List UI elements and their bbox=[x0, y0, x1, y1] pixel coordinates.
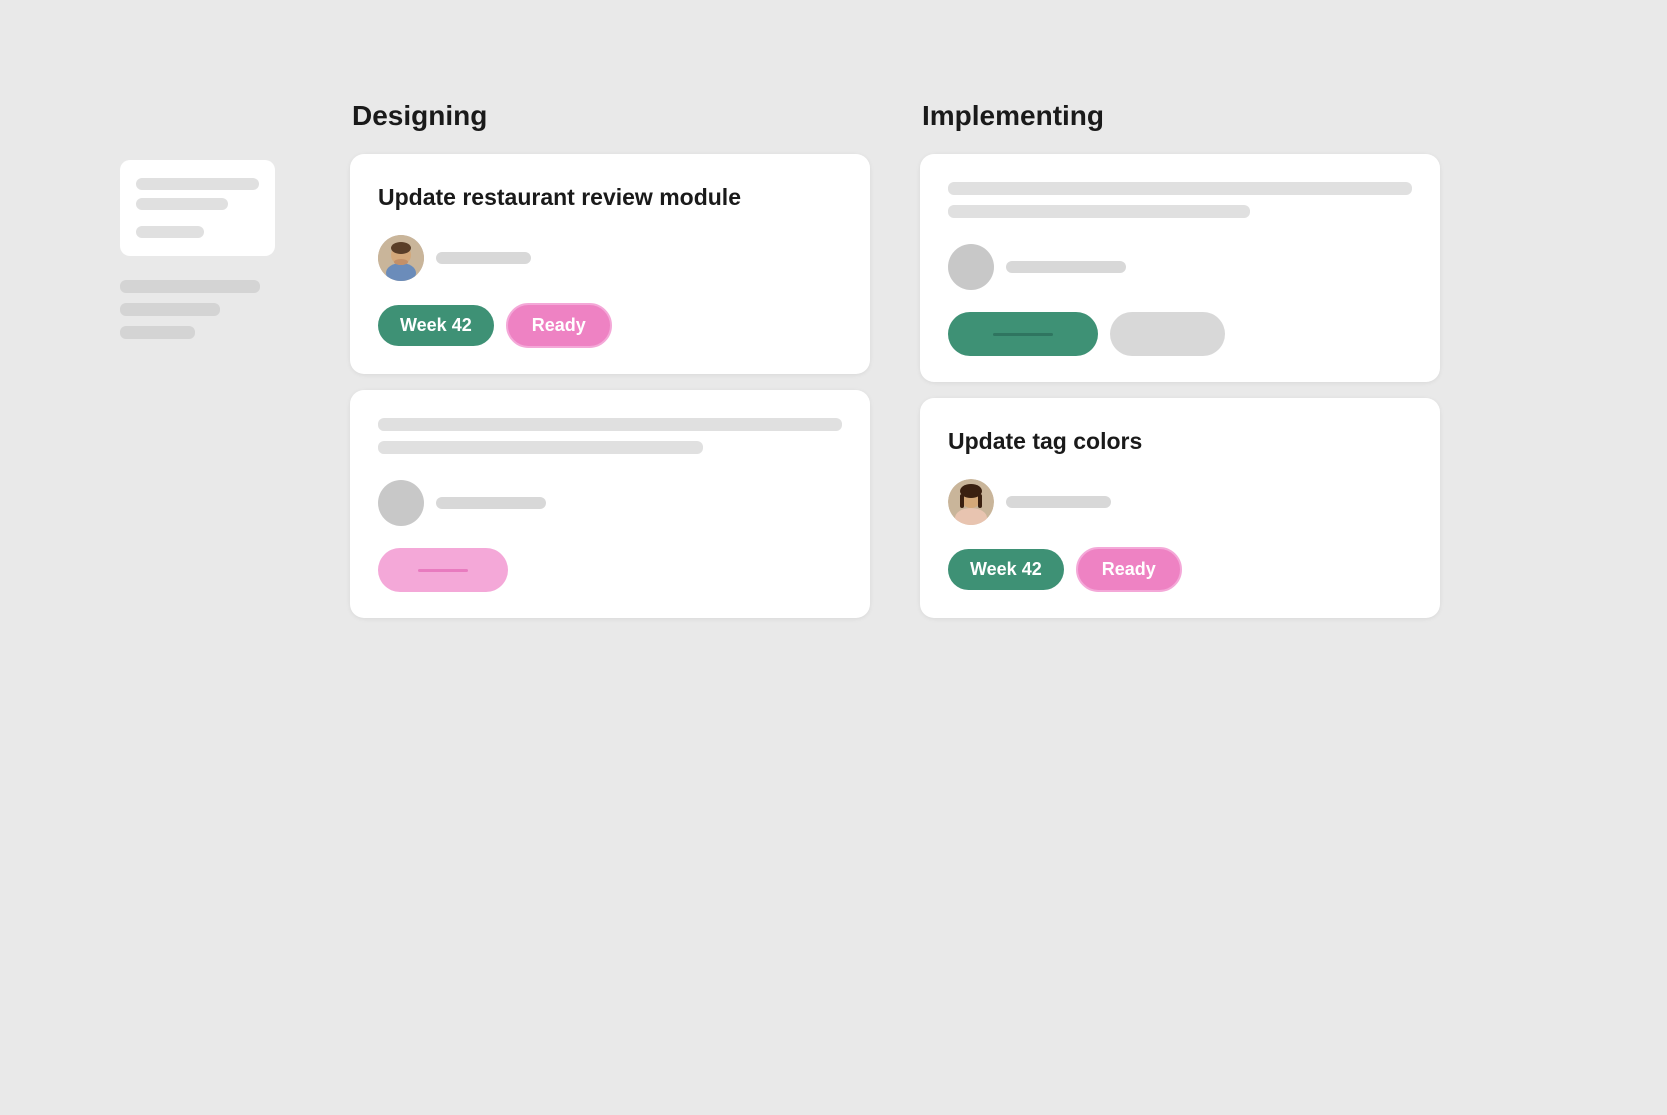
implementing-column: Implementing bbox=[920, 100, 1440, 1115]
designing-column: Designing Update restaurant review modul… bbox=[350, 100, 870, 1115]
designing-column-header: Designing bbox=[350, 100, 870, 132]
avatar-man bbox=[378, 235, 424, 281]
card-implementing-1[interactable] bbox=[920, 154, 1440, 382]
card-implementing-2[interactable]: Update tag colors bbox=[920, 398, 1440, 618]
card-1-tag-week[interactable]: Week 42 bbox=[378, 305, 494, 346]
card-4-tag-ready[interactable]: Ready bbox=[1076, 547, 1182, 592]
avatar-woman bbox=[948, 479, 994, 525]
avatar-placeholder-3 bbox=[948, 244, 994, 290]
ghost-sidebar bbox=[120, 100, 290, 1115]
card-1-tag-ready[interactable]: Ready bbox=[506, 303, 612, 348]
card-4-meta-bar bbox=[1006, 496, 1111, 508]
card-4-tag-week[interactable]: Week 42 bbox=[948, 549, 1064, 590]
card-1-title: Update restaurant review module bbox=[378, 182, 842, 213]
card-3-tag-gray bbox=[1110, 312, 1225, 356]
card-2-tag-ghost bbox=[378, 548, 508, 592]
card-1-meta-bar bbox=[436, 252, 531, 264]
card-4-title: Update tag colors bbox=[948, 426, 1412, 457]
card-3-tag-green bbox=[948, 312, 1098, 356]
avatar-placeholder-2 bbox=[378, 480, 424, 526]
card-designing-2[interactable] bbox=[350, 390, 870, 618]
implementing-column-header: Implementing bbox=[920, 100, 1440, 132]
card-designing-1[interactable]: Update restaurant review module bbox=[350, 154, 870, 374]
